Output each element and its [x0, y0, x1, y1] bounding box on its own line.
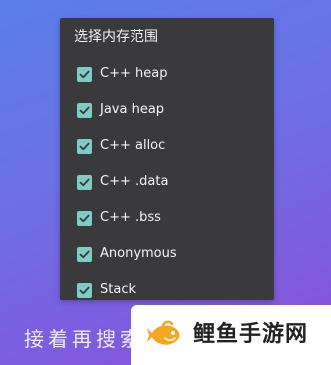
memory-range-dialog: 选择内存范围 C++ heap Java heap C++ alloc C++ … — [60, 18, 274, 300]
checkbox-checked-icon[interactable] — [77, 210, 92, 226]
option-label: C++ .bss — [100, 210, 161, 225]
caption-text: 接着再搜索 — [24, 327, 144, 351]
memory-range-options: C++ heap Java heap C++ alloc C++ .data C… — [60, 56, 274, 308]
option-label: C++ .data — [100, 174, 169, 189]
checkbox-checked-icon[interactable] — [77, 66, 92, 82]
option-label: Anonymous — [100, 246, 177, 261]
option-label: Stack — [100, 282, 136, 297]
checkbox-checked-icon[interactable] — [77, 246, 92, 262]
dialog-title: 选择内存范围 — [74, 29, 158, 45]
checkbox-checked-icon[interactable] — [77, 102, 92, 118]
option-label: Java heap — [100, 102, 165, 117]
checkbox-checked-icon[interactable] — [77, 174, 92, 190]
option-cpp-heap[interactable]: C++ heap — [60, 56, 274, 92]
option-cpp-bss[interactable]: C++ .bss — [60, 200, 274, 236]
option-label: C++ heap — [100, 66, 168, 81]
watermark-badge: 鲤鱼手游网 — [131, 305, 331, 365]
watermark-text: 鲤鱼手游网 — [193, 322, 309, 347]
checkbox-checked-icon[interactable] — [77, 138, 92, 154]
option-anonymous[interactable]: Anonymous — [60, 236, 274, 272]
checkbox-checked-icon[interactable] — [77, 282, 92, 298]
option-cpp-alloc[interactable]: C++ alloc — [60, 128, 274, 164]
option-java-heap[interactable]: Java heap — [60, 92, 274, 128]
carp-fish-icon — [145, 315, 185, 355]
option-label: C++ alloc — [100, 138, 166, 153]
option-cpp-data[interactable]: C++ .data — [60, 164, 274, 200]
option-stack[interactable]: Stack — [60, 272, 274, 308]
